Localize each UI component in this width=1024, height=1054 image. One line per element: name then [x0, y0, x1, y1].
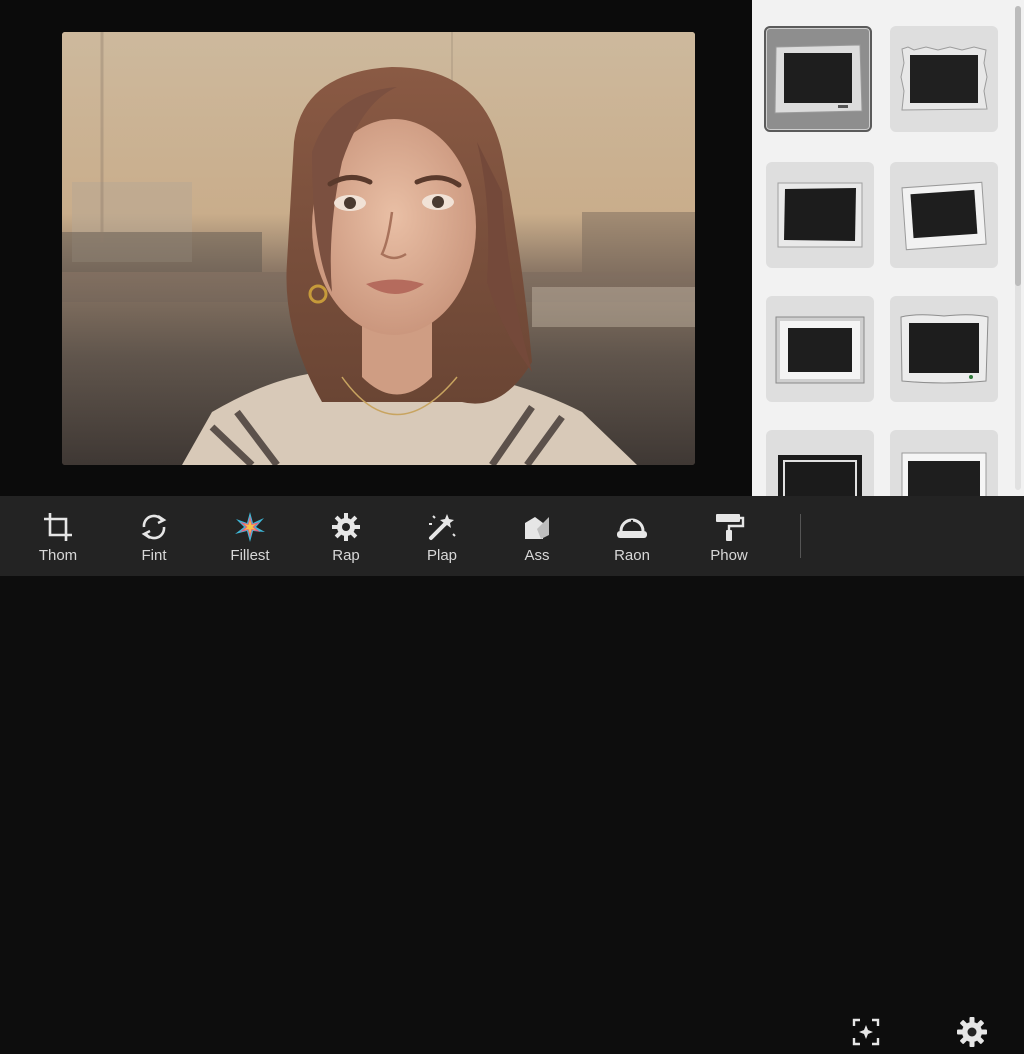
tool-label: Rap	[332, 547, 360, 564]
frame-thumbnail	[778, 455, 862, 496]
frame-thumbnail	[775, 316, 865, 384]
tool-label: Phow	[710, 547, 748, 564]
gear-icon	[329, 510, 363, 544]
frames-panel	[752, 0, 1024, 496]
frame-thumbnail	[774, 44, 863, 114]
frame-option-metallic-bevel[interactable]	[766, 296, 874, 402]
settings-gear-icon[interactable]	[950, 1010, 994, 1054]
crop-icon	[41, 510, 75, 544]
color-burst-icon	[233, 510, 267, 544]
tool-label: Plap	[426, 547, 458, 564]
frame-option-deckle-edge[interactable]	[890, 26, 998, 132]
tool-label: Ass	[524, 547, 550, 564]
sparkle-select-icon[interactable]	[844, 1010, 888, 1054]
frame-option-rough-black-border[interactable]	[766, 162, 874, 268]
tool-raon[interactable]: Raon	[584, 496, 680, 576]
frame-option-thick-white-border[interactable]	[890, 430, 998, 496]
frame-thumbnail	[777, 182, 863, 248]
frame-thumbnail	[901, 181, 987, 251]
rotate-icon	[137, 510, 171, 544]
tool-ass[interactable]: Ass	[489, 496, 585, 576]
hat-icon	[615, 510, 649, 544]
edited-photo[interactable]	[62, 32, 695, 465]
tool-phow[interactable]: Phow	[681, 496, 777, 576]
toolbar-divider	[800, 514, 801, 558]
frame-thumbnail	[901, 452, 987, 496]
paint-roller-icon	[712, 510, 746, 544]
tool-label: Fillest	[230, 547, 270, 564]
tool-fint[interactable]: Fint	[106, 496, 202, 576]
frame-option-torn-edge-gray[interactable]	[764, 26, 872, 132]
tool-plap[interactable]: Plap	[394, 496, 490, 576]
tool-label: Thom	[38, 547, 78, 564]
tool-label: Raon	[614, 547, 650, 564]
bottom-toolbar: Thom Fint Fillest Rap Plap Ass Raon Phow	[0, 496, 1024, 1047]
frame-thumbnail	[900, 314, 989, 384]
shapes-icon	[520, 510, 554, 544]
frame-thumbnail	[900, 46, 988, 111]
panel-scrollbar[interactable]	[1015, 6, 1021, 490]
frame-option-double-line-black[interactable]	[766, 430, 874, 496]
tool-thom[interactable]: Thom	[10, 496, 106, 576]
magic-wand-icon	[425, 510, 459, 544]
tool-label: Fint	[141, 547, 167, 564]
frame-option-curled-edge-vintage[interactable]	[890, 296, 998, 402]
frame-option-tilted-polaroid[interactable]	[890, 162, 998, 268]
tool-fillest[interactable]: Fillest	[202, 496, 298, 576]
portrait-image	[62, 32, 695, 465]
scrollbar-thumb[interactable]	[1015, 6, 1021, 286]
photo-canvas	[0, 0, 752, 496]
tool-rap[interactable]: Rap	[298, 496, 394, 576]
